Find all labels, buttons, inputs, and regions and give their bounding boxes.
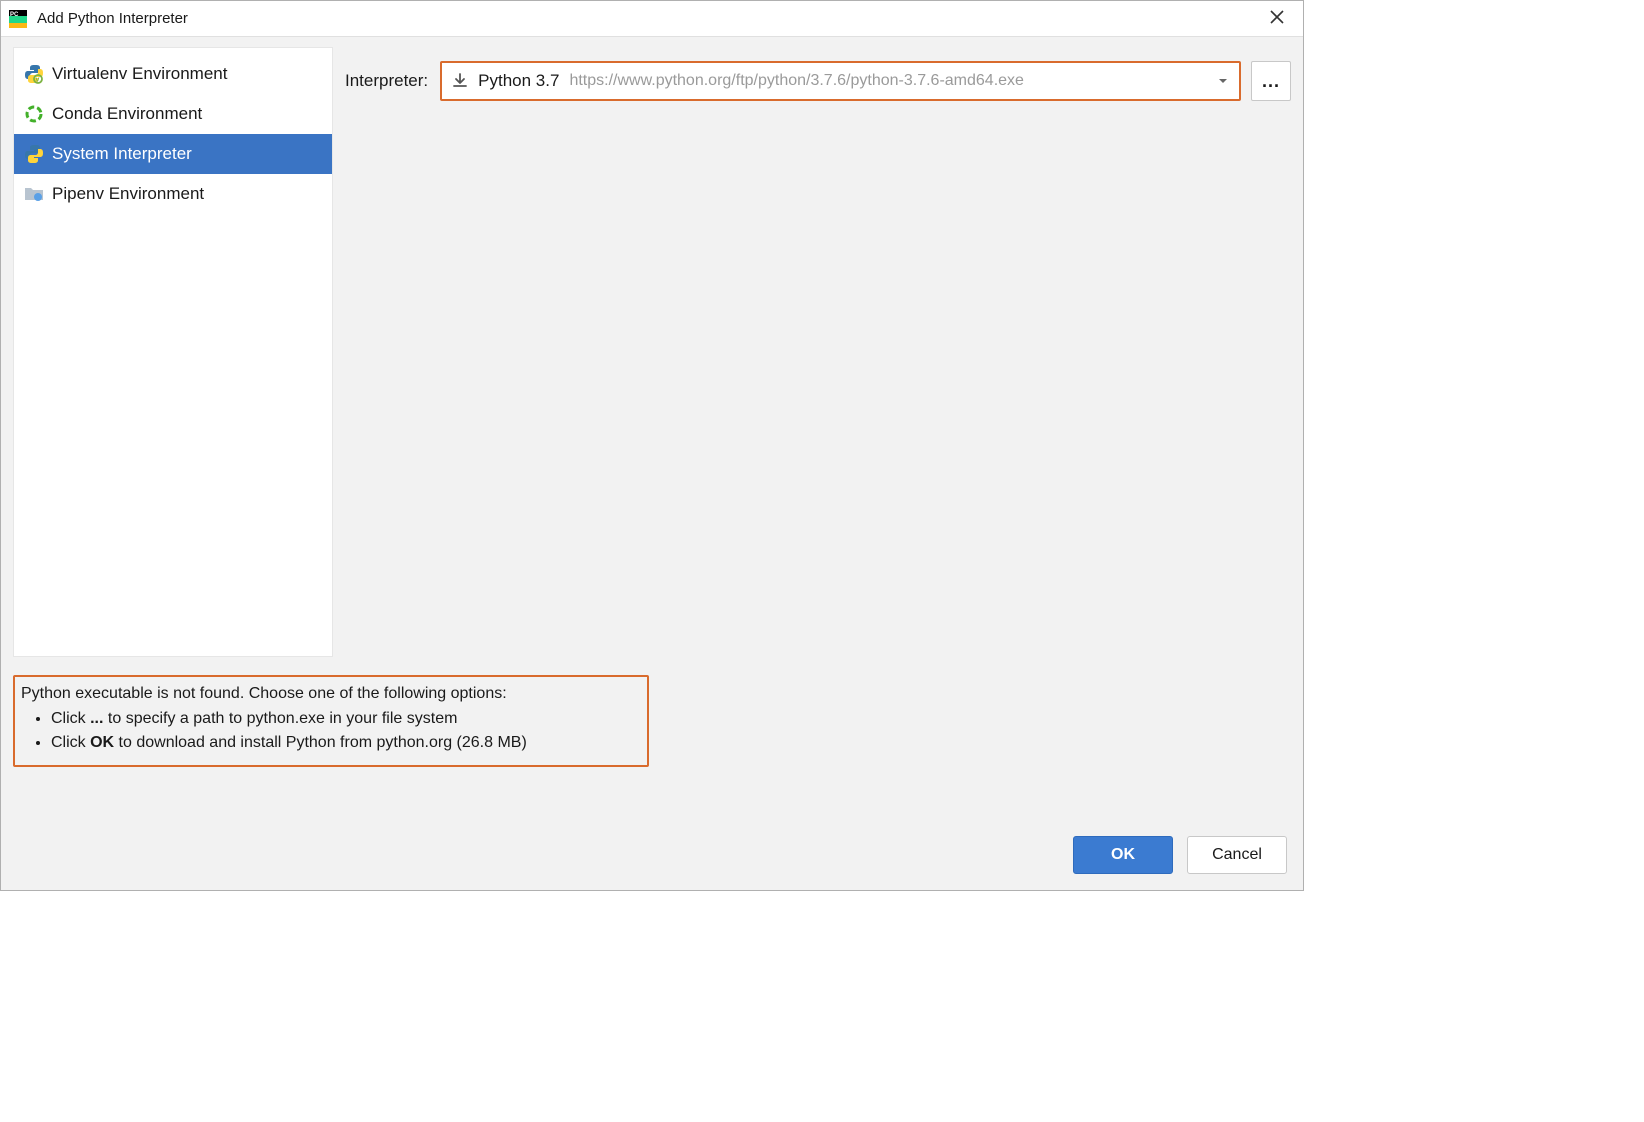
close-button[interactable] — [1257, 5, 1297, 33]
dialog-add-python-interpreter: PC Add Python Interpreter v Virtualenv E… — [0, 0, 1304, 891]
python-icon — [24, 144, 44, 164]
ellipsis-icon: ... — [1262, 71, 1280, 92]
hint-item-browse: Click ... to specify a path to python.ex… — [51, 707, 637, 730]
ok-button[interactable]: OK — [1073, 836, 1173, 874]
interpreter-label: Interpreter: — [341, 71, 428, 91]
cancel-button[interactable]: Cancel — [1187, 836, 1287, 874]
sidebar-item-pipenv[interactable]: Pipenv Environment — [14, 174, 332, 214]
interpreter-name: Python 3.7 — [478, 71, 559, 91]
sidebar-item-system-interpreter[interactable]: System Interpreter — [14, 134, 332, 174]
main-panel: Interpreter: Python 3.7 https://www.pyth… — [341, 47, 1291, 101]
interpreter-type-sidebar: v Virtualenv Environment Conda Environme… — [13, 47, 333, 657]
titlebar: PC Add Python Interpreter — [1, 1, 1303, 37]
download-icon — [452, 73, 468, 89]
svg-text:v: v — [36, 77, 40, 84]
folder-icon — [24, 184, 44, 204]
python-icon: v — [24, 64, 44, 84]
conda-icon — [24, 104, 44, 124]
sidebar-item-label: Virtualenv Environment — [52, 64, 227, 84]
browse-button[interactable]: ... — [1251, 61, 1291, 101]
interpreter-combobox[interactable]: Python 3.7 https://www.python.org/ftp/py… — [440, 61, 1241, 101]
pycharm-icon: PC — [9, 10, 27, 28]
python-not-found-hint: Python executable is not found. Choose o… — [13, 675, 649, 767]
hint-item-download: Click OK to download and install Python … — [51, 731, 637, 754]
sidebar-item-label: Conda Environment — [52, 104, 202, 124]
close-icon — [1270, 10, 1284, 28]
svg-text:PC: PC — [10, 12, 19, 18]
sidebar-item-label: System Interpreter — [52, 144, 192, 164]
interpreter-url: https://www.python.org/ftp/python/3.7.6/… — [569, 72, 1201, 90]
sidebar-item-label: Pipenv Environment — [52, 184, 204, 204]
window-title: Add Python Interpreter — [37, 10, 188, 27]
hint-title: Python executable is not found. Choose o… — [21, 685, 637, 703]
sidebar-item-conda[interactable]: Conda Environment — [14, 94, 332, 134]
dialog-footer: OK Cancel — [13, 818, 1291, 878]
chevron-down-icon — [1217, 75, 1229, 87]
sidebar-item-virtualenv[interactable]: v Virtualenv Environment — [14, 54, 332, 94]
